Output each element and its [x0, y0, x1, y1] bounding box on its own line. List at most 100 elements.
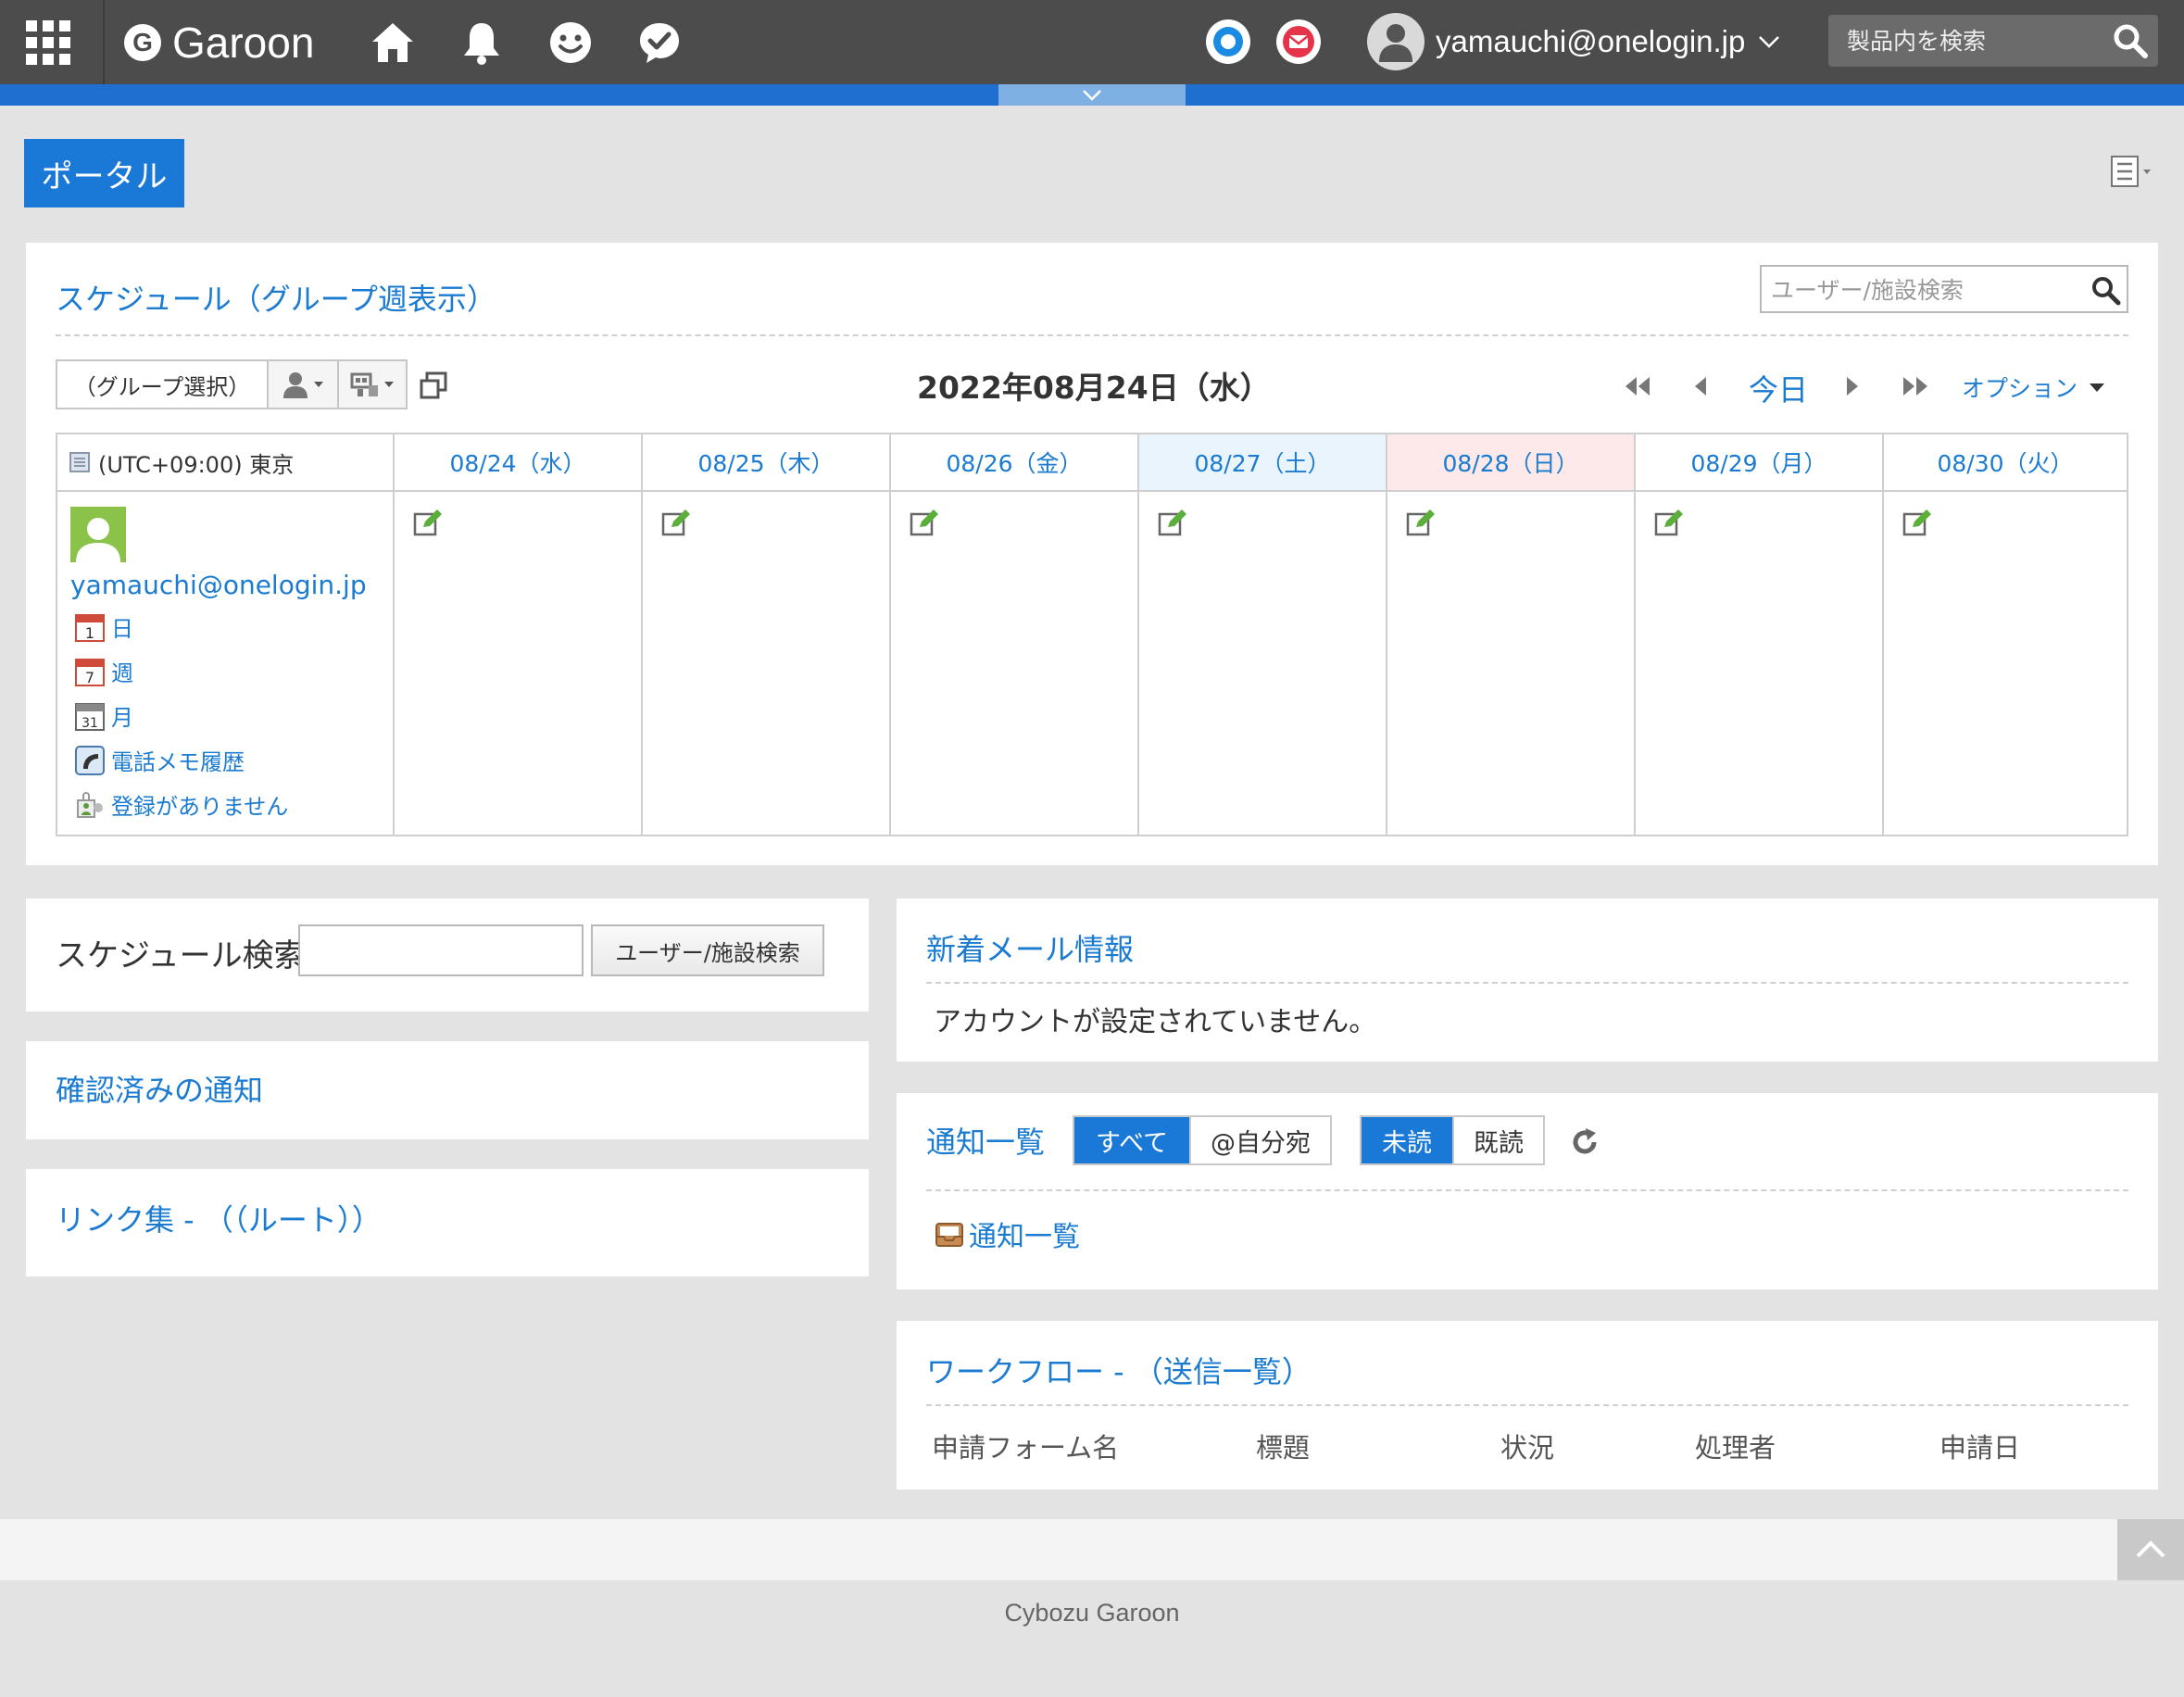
caret-down-icon [2089, 383, 2105, 393]
day-cell[interactable] [891, 492, 1139, 835]
schedule-user-name[interactable]: yamauchi@onelogin.jp [70, 570, 367, 600]
week-view-link[interactable]: 7 週 [74, 655, 133, 687]
popout-window-icon[interactable] [419, 371, 448, 400]
day-cell[interactable] [1139, 492, 1387, 835]
prev-day-button[interactable] [1686, 372, 1715, 400]
bell-icon[interactable] [458, 19, 506, 67]
notification-target-toggle: すべて @自分宛 [1073, 1115, 1332, 1165]
home-icon[interactable] [369, 19, 417, 67]
registration-label: 登録がありません [111, 794, 289, 820]
phone-memo-link[interactable]: 電話メモ履歴 [74, 744, 245, 776]
day-header[interactable]: 08/25（木） [643, 434, 891, 492]
add-schedule-icon[interactable] [1158, 509, 1187, 536]
next-week-button[interactable] [1901, 372, 1930, 400]
filter-read-button[interactable]: 既読 [1452, 1117, 1543, 1163]
filter-unread-button[interactable]: 未読 [1362, 1117, 1452, 1163]
column-header[interactable]: 申請フォーム名 [932, 1427, 1119, 1465]
product-search-input[interactable] [1828, 15, 2106, 67]
current-date-title: 2022年08月24日（水） [917, 370, 1271, 406]
header-collapse-toggle[interactable] [998, 84, 1186, 106]
column-header[interactable]: 状況 [1500, 1427, 1554, 1465]
day-header-saturday[interactable]: 08/27（土） [1139, 434, 1387, 492]
add-schedule-icon[interactable] [661, 509, 691, 536]
logo-text: Garoon [172, 19, 315, 67]
schedule-panel-title[interactable]: スケジュール（グループ週表示） [56, 276, 496, 319]
add-schedule-icon[interactable] [1654, 509, 1684, 536]
filter-all-button[interactable]: すべて [1074, 1117, 1189, 1163]
add-schedule-icon[interactable] [1406, 509, 1436, 536]
confirmed-notifications-title[interactable]: 確認済みの通知 [56, 1067, 263, 1110]
notification-list-label: 通知一覧 [969, 1221, 1080, 1253]
day-cell[interactable] [1884, 492, 2127, 835]
app-menu-icon[interactable] [26, 20, 70, 65]
today-link[interactable]: 今日 [1749, 367, 1808, 409]
add-schedule-icon[interactable] [1902, 509, 1932, 536]
svg-text:31: 31 [82, 716, 98, 731]
mail-app-icon[interactable] [1276, 19, 1321, 64]
add-schedule-icon[interactable] [413, 509, 443, 536]
day-cell[interactable] [395, 492, 643, 835]
calendar-week-icon: 7 [74, 656, 106, 687]
portal-tab[interactable]: ポータル [24, 139, 184, 207]
day-header[interactable]: 08/29（月） [1636, 434, 1884, 492]
notifications-title[interactable]: 通知一覧 [926, 1119, 1045, 1162]
user-avatar[interactable] [70, 507, 126, 562]
user-menu[interactable]: yamauchi@onelogin.jp [1367, 13, 1780, 70]
panel-divider [926, 1189, 2128, 1191]
workflow-title[interactable]: ワークフロー - （送信一覧） [926, 1349, 1312, 1391]
svg-text:1: 1 [85, 624, 94, 642]
chevron-up-icon [2135, 1540, 2166, 1559]
day-cell[interactable] [1636, 492, 1884, 835]
day-view-link[interactable]: 1 日 [74, 610, 133, 643]
search-icon[interactable] [2112, 22, 2149, 59]
column-header[interactable]: 処理者 [1695, 1427, 1776, 1465]
prev-week-button[interactable] [1623, 372, 1652, 400]
chevron-down-icon [1081, 89, 1103, 102]
garoon-logo[interactable]: G Garoon [124, 17, 314, 69]
next-day-button[interactable] [1838, 372, 1867, 400]
day-view-label: 日 [111, 616, 133, 642]
notification-read-toggle: 未読 既読 [1360, 1115, 1545, 1165]
chevron-down-icon [1758, 35, 1780, 48]
svg-text:7: 7 [85, 669, 94, 686]
office-app-icon[interactable] [1206, 19, 1250, 64]
group-select-dropdown[interactable]: （グループ選択） [57, 361, 269, 408]
month-view-label: 月 [111, 705, 133, 731]
caret-down-icon [313, 381, 324, 388]
schedule-user-search-input[interactable] [1762, 267, 2078, 313]
user-select-button[interactable] [269, 361, 339, 408]
back-to-top-button[interactable] [2117, 1519, 2184, 1580]
schedule-user-cell: yamauchi@onelogin.jp 1 日 7 週 31 月 電話メモ履歴 [57, 492, 395, 835]
search-icon[interactable] [2090, 274, 2121, 306]
options-dropdown[interactable]: オプション [1962, 371, 2105, 404]
portal-options-button[interactable] [2110, 152, 2158, 191]
filter-mine-button[interactable]: @自分宛 [1189, 1117, 1330, 1163]
add-schedule-icon[interactable] [910, 509, 939, 536]
smiley-icon[interactable] [546, 19, 595, 67]
workflow-table-header: 申請フォーム名 標題 状況 処理者 申請日 [932, 1427, 2128, 1464]
new-mail-title[interactable]: 新着メール情報 [926, 926, 1134, 969]
day-header[interactable]: 08/30（火） [1884, 434, 2127, 492]
registration-link[interactable]: 登録がありません [74, 788, 288, 821]
arrow-right-icon [1845, 376, 1860, 396]
chat-check-icon[interactable] [635, 19, 684, 67]
schedule-search-button[interactable]: ユーザー/施設検索 [591, 924, 824, 976]
group-select-control: （グループ選択） [56, 359, 408, 409]
column-header[interactable]: 申請日 [1939, 1427, 2020, 1465]
day-header[interactable]: 08/26（金） [891, 434, 1139, 492]
facility-select-button[interactable] [339, 361, 406, 408]
refresh-icon[interactable] [1569, 1126, 1600, 1158]
timezone-icon [69, 451, 91, 473]
notification-list-link[interactable]: 通知一覧 [934, 1213, 1080, 1254]
calendar-month-icon: 31 [74, 700, 106, 732]
timezone-label: (UTC+09:00) 東京 [98, 451, 295, 478]
month-view-link[interactable]: 31 月 [74, 699, 133, 732]
day-cell[interactable] [643, 492, 891, 835]
schedule-search-input[interactable] [298, 924, 584, 976]
day-header-sunday[interactable]: 08/28（日） [1387, 434, 1636, 492]
week-view-label: 週 [111, 660, 133, 686]
links-panel-title[interactable]: リンク集 - （（ルート）） [56, 1197, 382, 1239]
day-header[interactable]: 08/24（水） [395, 434, 643, 492]
day-cell[interactable] [1387, 492, 1636, 835]
column-header[interactable]: 標題 [1256, 1427, 1310, 1465]
